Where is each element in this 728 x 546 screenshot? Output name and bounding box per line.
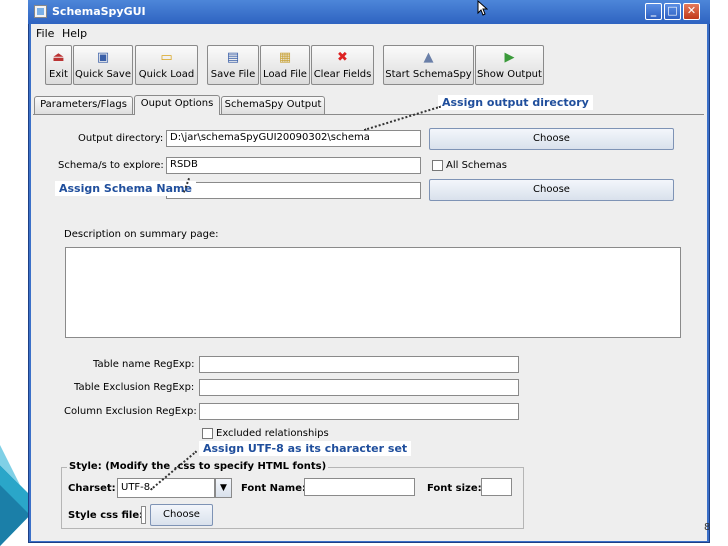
- window-title: SchemaSpyGUI: [52, 5, 146, 18]
- save-file-icon: ▤: [226, 50, 240, 65]
- charset-dropdown-arrow-icon[interactable]: ▼: [215, 478, 232, 498]
- style-group-title: Style: (Modify the .css to specify HTML …: [67, 461, 329, 472]
- start-schemaspy-button[interactable]: ▲ Start SchemaSpy: [383, 45, 474, 85]
- column-exclusion-input[interactable]: [199, 403, 519, 420]
- quick-load-button[interactable]: ▭ Quick Load: [135, 45, 198, 85]
- table-regexp-label: Table name RegExp:: [93, 359, 195, 370]
- choose-second-button[interactable]: Choose: [429, 179, 674, 201]
- save-file-button[interactable]: ▤ Save File: [207, 45, 259, 85]
- table-regexp-input[interactable]: [199, 356, 519, 373]
- exit-button[interactable]: ⏏ Exit: [45, 45, 72, 85]
- menu-help[interactable]: Help: [62, 27, 87, 40]
- excluded-relationships-checkbox[interactable]: [202, 428, 213, 439]
- app-icon: [34, 5, 47, 18]
- excluded-relationships-label: Excluded relationships: [216, 428, 329, 439]
- charset-label: Charset:: [68, 483, 116, 494]
- mouse-cursor-icon: [477, 0, 488, 16]
- quick-save-button[interactable]: ▣ Quick Save: [73, 45, 133, 85]
- clear-fields-button[interactable]: ✖ Clear Fields: [311, 45, 374, 85]
- charset-select[interactable]: UTF-8: [117, 478, 215, 498]
- style-css-label: Style css file:: [68, 510, 144, 521]
- close-button[interactable]: ✕: [683, 3, 700, 20]
- red-x-icon: ✖: [337, 50, 348, 65]
- minimize-button[interactable]: _: [645, 3, 662, 20]
- schemas-input[interactable]: RSDB: [166, 157, 421, 174]
- load-file-button[interactable]: ▦ Load File: [260, 45, 310, 85]
- table-exclusion-label: Table Exclusion RegExp:: [74, 382, 195, 393]
- tab-parameters-flags[interactable]: Parameters/Flags: [34, 96, 133, 114]
- font-size-label: Font size:: [427, 483, 482, 494]
- output-icon: ▶: [504, 50, 515, 65]
- load-file-icon: ▦: [278, 50, 292, 65]
- table-exclusion-input[interactable]: [199, 379, 519, 396]
- tab-schemaspy-output[interactable]: SchemaSpy Output: [221, 96, 325, 114]
- font-name-label: Font Name:: [241, 483, 306, 494]
- font-size-input[interactable]: [481, 478, 512, 496]
- choose-style-button[interactable]: Choose: [150, 504, 213, 526]
- tab-output-options[interactable]: Ouput Options: [134, 95, 220, 115]
- output-directory-input[interactable]: D:\jar\schemaSpyGUI20090302\schema: [166, 130, 421, 147]
- all-schemas-checkbox[interactable]: [432, 160, 443, 171]
- page-number: 8: [704, 522, 711, 533]
- annotation-schema-name: Assign Schema Name: [55, 181, 196, 196]
- description-label: Description on summary page:: [64, 229, 219, 240]
- output-directory-label: Output directory:: [78, 133, 164, 144]
- choose-output-directory-button[interactable]: Choose: [429, 128, 674, 150]
- style-css-input[interactable]: [141, 506, 146, 524]
- maximize-button[interactable]: □: [664, 3, 681, 20]
- schemas-label: Schema/s to explore:: [58, 160, 164, 171]
- show-output-button[interactable]: ▶ Show Output: [475, 45, 544, 85]
- third-field-input[interactable]: [166, 182, 421, 199]
- floppy-icon: ▣: [96, 50, 110, 65]
- column-exclusion-label: Column Exclusion RegExp:: [64, 406, 197, 417]
- start-icon: ▲: [423, 50, 434, 65]
- exit-icon: ⏏: [52, 50, 65, 65]
- menu-file[interactable]: File: [36, 27, 54, 40]
- annotation-utf8: Assign UTF-8 as its character set: [199, 441, 412, 456]
- annotation-output-directory: Assign output directory: [438, 95, 593, 110]
- font-name-input[interactable]: [304, 478, 415, 496]
- description-textarea[interactable]: [65, 247, 681, 338]
- all-schemas-label: All Schemas: [446, 160, 507, 171]
- folder-icon: ▭: [160, 50, 173, 65]
